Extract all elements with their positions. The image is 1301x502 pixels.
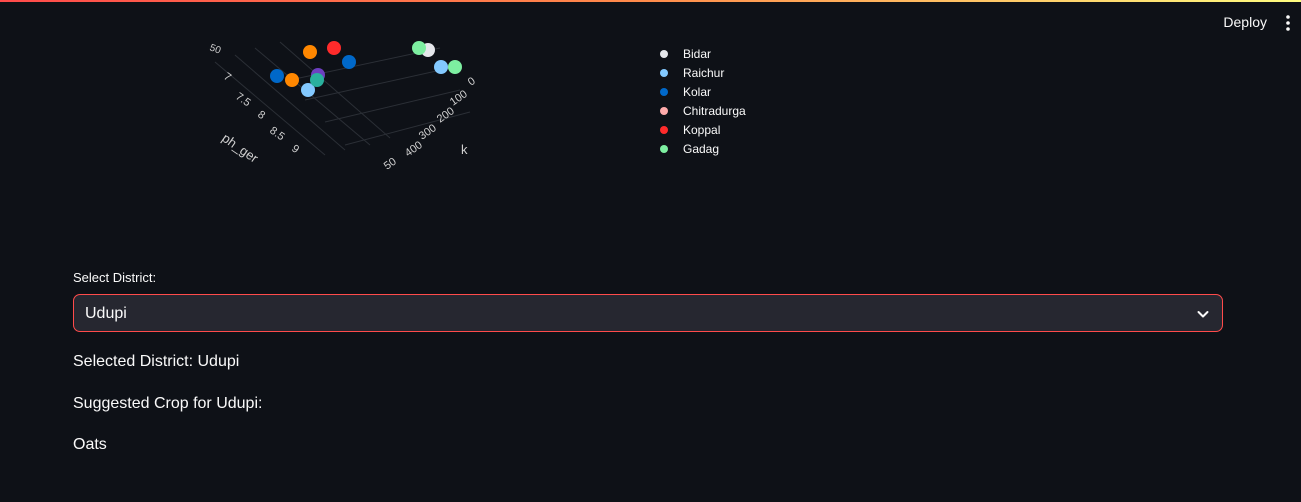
- legend-swatch: [660, 68, 668, 77]
- legend-label: Raichur: [683, 65, 725, 80]
- scatter-point[interactable]: [270, 69, 284, 83]
- scatter-point[interactable]: [327, 41, 341, 55]
- deploy-button[interactable]: Deploy: [1219, 12, 1271, 32]
- legend-item[interactable]: Bidar: [655, 44, 746, 63]
- legend-item[interactable]: Chitradurga: [655, 101, 746, 120]
- legend-swatch: [660, 49, 668, 58]
- legend-item[interactable]: Koppal: [655, 120, 746, 139]
- district-select-value: Udupi: [85, 305, 127, 322]
- ph-tick-label: 7: [221, 71, 233, 84]
- scatter-point[interactable]: [285, 73, 299, 87]
- legend-swatch: [660, 125, 668, 134]
- legend-swatch: [660, 144, 668, 153]
- app-header: Deploy: [0, 2, 1301, 44]
- selected-district-text: Selected District: Udupi: [73, 353, 240, 370]
- district-select[interactable]: Udupi: [73, 294, 1223, 332]
- ph-tick-label: 8.5: [267, 125, 286, 144]
- scatter-point[interactable]: [412, 41, 426, 55]
- suggested-crop-value: Oats: [73, 436, 107, 453]
- legend-swatch: [660, 106, 668, 115]
- legend-label: Chitradurga: [683, 103, 746, 118]
- k-tick-label: 100: [448, 88, 470, 108]
- ph-tick-label: 7.5: [233, 91, 252, 110]
- k-tick-label: 50: [382, 156, 399, 170]
- legend-label: Koppal: [683, 122, 721, 137]
- k-tick-label: 400: [403, 139, 425, 159]
- legend-item[interactable]: Kolar: [655, 82, 746, 101]
- select-district-label: Select District:: [73, 270, 157, 285]
- legend-swatch: [660, 87, 668, 96]
- legend-label: Gadag: [683, 141, 720, 156]
- legend-label: Kolar: [683, 84, 712, 99]
- legend-item[interactable]: Raichur: [655, 63, 746, 82]
- kebab-menu-icon[interactable]: [1281, 14, 1295, 32]
- k-tick-label: 0: [466, 75, 478, 88]
- ph-tick-label: 8: [255, 109, 267, 122]
- chart-grid: [214, 41, 471, 156]
- suggested-crop-heading: Suggested Crop for Udupi:: [73, 395, 263, 412]
- legend-item[interactable]: Gadag: [655, 139, 746, 158]
- scatter-point[interactable]: [342, 55, 356, 69]
- scatter-point[interactable]: [310, 73, 324, 87]
- chevron-down-icon: [1197, 311, 1209, 318]
- scatter-point[interactable]: [448, 60, 462, 74]
- ph-axis-label: ph_ger: [219, 130, 261, 166]
- legend-label: Bidar: [683, 46, 712, 61]
- scatter-point[interactable]: [434, 60, 448, 74]
- ph-tick-label: 9: [289, 143, 301, 156]
- z-tick-label: 50: [208, 42, 223, 56]
- chart-legend: Bidar Raichur Kolar Chitradurga Koppal G…: [655, 44, 746, 158]
- points-layer: [270, 41, 462, 97]
- k-axis-label: k: [461, 142, 468, 157]
- scatter-point[interactable]: [303, 45, 317, 59]
